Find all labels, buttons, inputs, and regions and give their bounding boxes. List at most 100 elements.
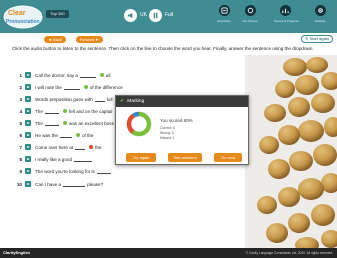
dialog-title: Marking — [127, 99, 145, 104]
question-row: 9 The word you're looking for is — [16, 167, 113, 175]
question-text-before: The word you're looking for is — [35, 168, 95, 174]
question-text-before: The — [35, 108, 43, 114]
question-text-after: the — [95, 144, 102, 150]
play-icon[interactable] — [25, 84, 31, 90]
go-next-button[interactable]: Go next — [214, 153, 242, 162]
question-text-before: He was the — [35, 132, 58, 138]
question-text-after: of the difference — [89, 84, 123, 90]
answer-blank[interactable] — [63, 182, 86, 187]
svg-text:Pronunciation: Pronunciation — [6, 19, 40, 25]
question-row: 7 Come over here at the — [16, 143, 101, 151]
question-text-after: please? — [87, 181, 104, 187]
score-title: You scored 60% — [160, 118, 193, 123]
progress-icon — [279, 5, 291, 16]
settings-icon — [314, 5, 326, 16]
speaker-icon — [124, 8, 137, 22]
level-badge[interactable]: Top 100 — [46, 10, 69, 18]
question-number: 10 — [16, 181, 22, 187]
play-icon[interactable] — [25, 156, 31, 162]
question-row: 6 He was the of the — [16, 131, 93, 139]
mode-uk-label: UK — [140, 12, 147, 18]
answer-blank[interactable] — [59, 133, 72, 138]
play-icon[interactable] — [25, 120, 31, 126]
answer-blank[interactable] — [74, 157, 93, 162]
answer-blank[interactable] — [44, 121, 59, 126]
answer-blank[interactable] — [94, 97, 105, 102]
nav-get-scores-label: Get Scores — [242, 19, 258, 23]
pause-icon — [149, 8, 162, 22]
mode-full-label: Full — [165, 12, 174, 18]
question-row: 10 Can I have a please? — [16, 180, 103, 188]
question-text-after: of the — [81, 132, 94, 138]
top-bar: Clear Pronunciation Top 100 UK Full Exer… — [0, 0, 337, 33]
try-again-button[interactable]: Try again — [126, 153, 156, 162]
instructions-text: Click the audio button to listen to the … — [12, 46, 314, 51]
tick-icon: ✔ — [120, 98, 125, 104]
mode-uk-button[interactable]: UK — [124, 8, 147, 22]
nav-settings[interactable]: Settings — [309, 5, 331, 29]
tick-icon — [99, 73, 104, 77]
app-logo[interactable]: Clear Pronunciation — [3, 2, 43, 31]
score-correct: Correct: 6 — [160, 126, 175, 130]
play-icon[interactable] — [25, 96, 31, 102]
see-answers-button[interactable]: See answers — [168, 153, 202, 162]
question-row: 8 I really like a good — [16, 155, 94, 163]
question-text-after: fell and on the capital — [68, 108, 113, 114]
question-number: 9 — [19, 168, 22, 174]
question-text-before: I will note the — [35, 84, 62, 90]
potatoes-image — [245, 55, 337, 248]
question-number: 8 — [19, 156, 22, 162]
tick-icon — [62, 121, 67, 125]
question-text-after: was an excellent boss — [68, 120, 114, 126]
question-text-before: Come over here at — [35, 144, 74, 150]
dialog-header[interactable]: ✔ Marking — [116, 96, 248, 107]
exercise-nav-row: ◄ Back Forward ► ↻ Start again — [0, 33, 337, 45]
answer-blank[interactable] — [75, 145, 86, 150]
answer-blank[interactable] — [79, 73, 96, 78]
back-button[interactable]: ◄ Back — [44, 36, 66, 43]
score-wrong: Wrong: 3 — [160, 131, 174, 135]
answer-blank[interactable] — [96, 169, 111, 174]
question-text-before: Words preposition goes with — [35, 96, 93, 102]
nav-exercises[interactable]: Exercises — [213, 5, 235, 29]
tick-icon — [75, 133, 80, 137]
footer-copyright: © Clarity Language Consultants Ltd, 2020… — [245, 251, 333, 255]
potatoes-photo — [245, 55, 337, 248]
play-icon[interactable] — [25, 168, 31, 174]
question-row: 1 Call the doctor, say a all — [16, 71, 111, 79]
question-number: 4 — [19, 108, 22, 114]
play-icon[interactable] — [25, 132, 31, 138]
cross-icon — [89, 145, 94, 149]
play-icon[interactable] — [25, 108, 31, 114]
mode-full-button[interactable]: Full — [149, 8, 173, 22]
svg-text:Clear: Clear — [8, 10, 26, 17]
answer-blank[interactable] — [44, 109, 59, 114]
nav-exercises-label: Exercises — [217, 19, 231, 23]
question-text-after: all — [105, 72, 111, 78]
start-again-button[interactable]: ↻ Start again — [301, 35, 333, 43]
play-icon[interactable] — [25, 144, 31, 150]
marking-dialog: ✔ Marking You scored 60% Correct: 6 Wron… — [115, 95, 249, 165]
question-number: 6 — [19, 132, 22, 138]
exercise-icon — [218, 5, 230, 16]
forward-button[interactable]: Forward ► — [76, 36, 103, 43]
footer-brand[interactable]: ClarityEnglish — [3, 248, 30, 258]
question-text-after: full — [106, 96, 113, 102]
question-row: 5 The was an excellent boss — [16, 119, 114, 127]
question-number: 3 — [19, 96, 22, 102]
nav-settings-label: Settings — [314, 19, 326, 23]
score-missed: Missed: 1 — [160, 136, 175, 140]
question-text-before: I really like a good — [35, 156, 73, 162]
question-number: 2 — [19, 84, 22, 90]
play-icon[interactable] — [25, 181, 31, 187]
nav-scores-progress[interactable]: Scores & Progress — [274, 5, 299, 29]
tick-icon — [62, 109, 67, 113]
nav-get-scores[interactable]: Get Scores — [239, 5, 261, 29]
tick-icon — [83, 85, 88, 89]
score-donut-chart — [126, 111, 152, 137]
play-icon[interactable] — [25, 72, 31, 78]
question-row: 2 I will note the of the difference — [16, 83, 123, 91]
footer: ClarityEnglish © Clarity Language Consul… — [0, 248, 337, 258]
answer-blank[interactable] — [63, 85, 80, 90]
question-number: 5 — [19, 120, 22, 126]
